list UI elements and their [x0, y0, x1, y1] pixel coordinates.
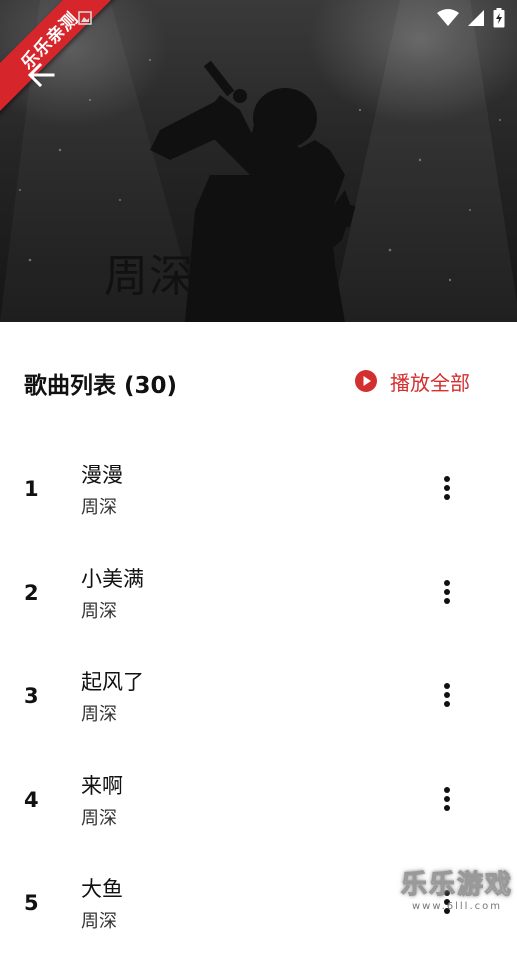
play-all-button[interactable]: 播放全部	[354, 366, 470, 396]
back-button[interactable]	[24, 58, 58, 92]
song-artist: 周深	[81, 807, 117, 829]
battery-charging-icon	[493, 8, 505, 28]
play-circle-icon	[355, 370, 377, 392]
watermark-main-text: 乐乐游戏	[400, 870, 513, 901]
song-index: 2	[24, 580, 39, 605]
notification-icon	[78, 10, 92, 29]
artist-header: 乐乐亲测 周深	[0, 0, 517, 322]
more-vertical-icon	[444, 786, 450, 811]
song-title: 来啊	[81, 773, 123, 798]
play-all-label: 播放全部	[390, 370, 470, 395]
wifi-icon	[437, 9, 459, 26]
song-title: 大鱼	[81, 877, 123, 901]
more-options-button[interactable]	[432, 680, 462, 710]
more-vertical-icon	[444, 476, 450, 500]
song-artist: 周深	[81, 704, 117, 725]
status-bar	[437, 6, 505, 30]
song-list-header: 歌曲列表 (30) 播放全部	[0, 322, 517, 438]
song-title: 漫漫	[81, 463, 123, 487]
song-list-title: 歌曲列表 (30)	[24, 373, 178, 399]
signal-icon	[468, 10, 484, 26]
singer-silhouette-image	[0, 0, 517, 322]
more-options-button[interactable]	[432, 577, 462, 607]
song-title: 起风了	[81, 670, 144, 694]
song-artist: 周深	[81, 497, 117, 518]
site-watermark: 乐乐游戏 www.6lll.com	[400, 864, 513, 913]
more-options-button[interactable]	[432, 473, 462, 503]
song-index: 3	[24, 684, 39, 708]
arrow-left-icon	[27, 62, 55, 88]
song-title: 小美满	[81, 566, 144, 591]
song-index: 5	[24, 891, 39, 915]
more-vertical-icon	[444, 579, 450, 604]
song-row[interactable]: 3 起风了 周深	[0, 644, 517, 748]
song-index: 4	[24, 787, 39, 812]
song-index: 1	[24, 477, 39, 501]
watermark-url: www.6lll.com	[411, 901, 502, 912]
song-row[interactable]: 4 来啊 周深	[0, 748, 517, 852]
song-row[interactable]: 1 漫漫 周深	[0, 437, 517, 541]
artist-name: 周深	[104, 251, 194, 302]
song-row[interactable]: 2 小美满 周深	[0, 541, 517, 645]
more-options-button[interactable]	[432, 784, 462, 814]
more-vertical-icon	[444, 683, 450, 707]
song-artist: 周深	[81, 911, 117, 932]
song-artist: 周深	[81, 600, 117, 622]
